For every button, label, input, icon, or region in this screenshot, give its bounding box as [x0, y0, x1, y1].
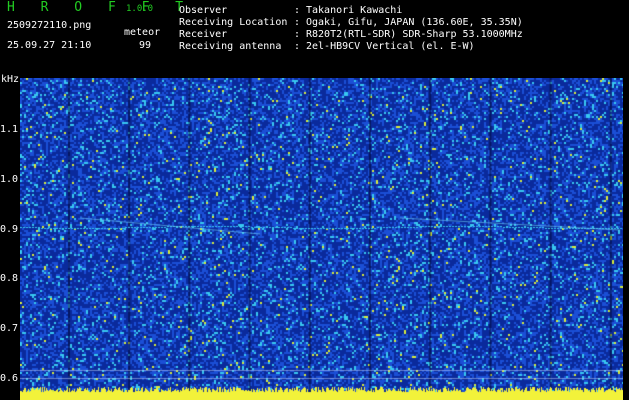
freq-tick: 1.1: [0, 124, 19, 135]
freq-tick: 1.0: [0, 174, 19, 185]
observer-value: Takanori Kawachi: [306, 5, 403, 16]
spectrogram-panel: [20, 78, 623, 400]
receiver-value: R820T2(RTL-SDR) SDR-Sharp 53.1000MHz: [306, 29, 523, 40]
antenna-label: Receiving antenna: [179, 41, 282, 52]
antenna-value: 2el-HB9CV Vertical (el. E-W): [306, 41, 475, 52]
freq-tick: 0.7: [0, 323, 19, 334]
receiver-separator: :: [294, 29, 301, 40]
freq-unit-label: kHz: [1, 74, 20, 85]
location-label: Receiving Location: [179, 17, 288, 28]
location-value: Ogaki, Gifu, JAPAN (136.60E, 35.35N): [306, 17, 523, 28]
freq-tick: 0.8: [0, 273, 19, 284]
image-datetime: 25.09.27 21:10: [7, 40, 92, 51]
image-filename: 2509272110.png: [7, 20, 92, 31]
app-version: 1.0.0: [126, 4, 154, 14]
receiver-label: Receiver: [179, 29, 228, 40]
spectrogram-canvas: [20, 78, 623, 400]
freq-tick: 0.6: [0, 373, 19, 384]
freq-tick: 0.9: [0, 224, 19, 235]
meteor-count: 99: [139, 40, 152, 51]
observer-label: Observer: [179, 5, 228, 16]
location-separator: :: [294, 17, 301, 28]
app-logo: H R O F F T: [7, 0, 193, 15]
observer-separator: :: [294, 5, 301, 16]
antenna-separator: :: [294, 41, 301, 52]
meteor-label: meteor: [124, 27, 161, 38]
